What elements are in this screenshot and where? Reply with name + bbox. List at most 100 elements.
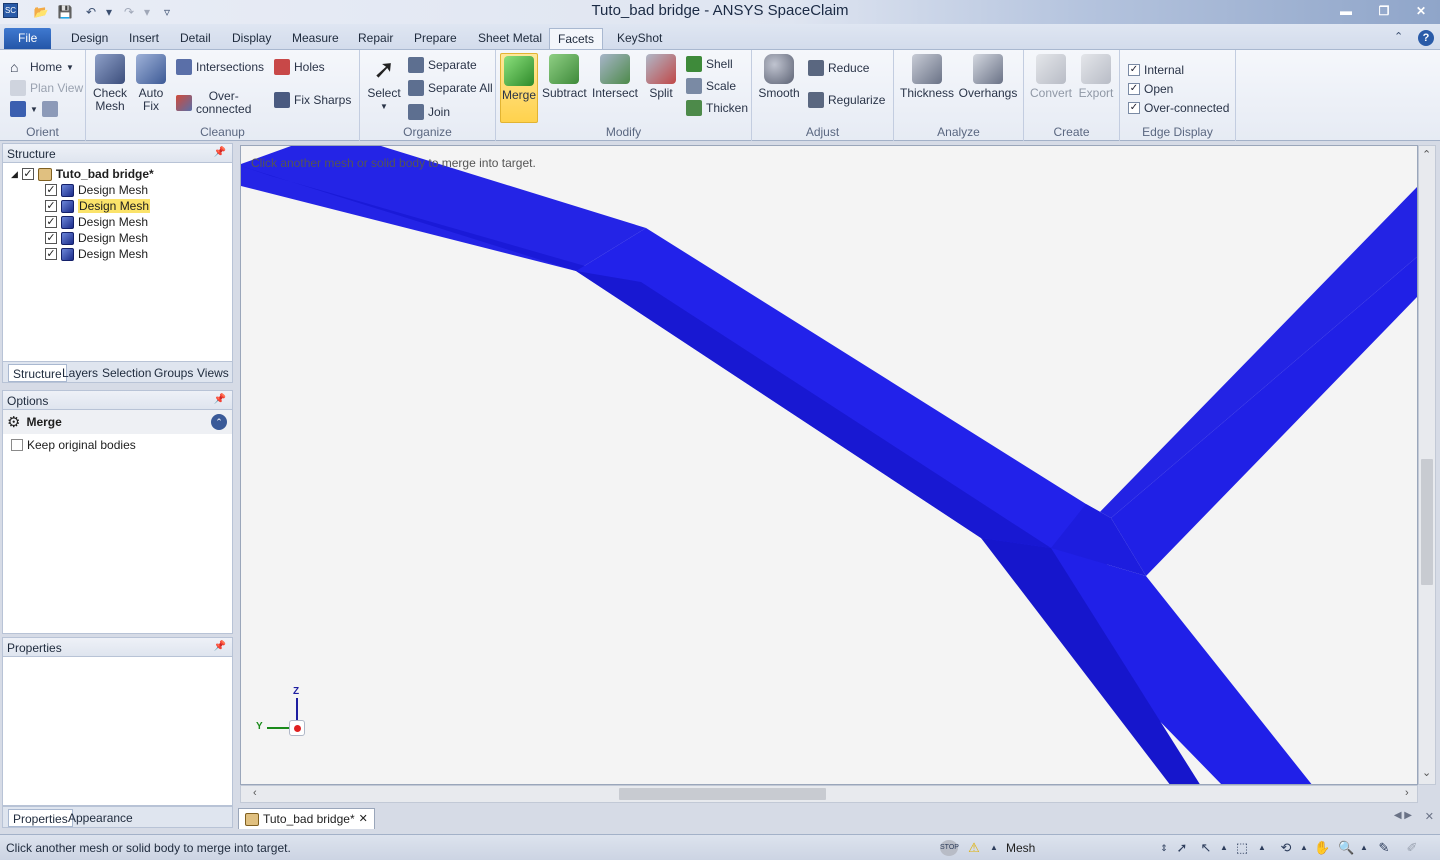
3d-viewport[interactable]: Click another mesh or solid body to merg… (240, 145, 1418, 785)
home-button[interactable]: ⌂ Home ▼ (10, 58, 74, 76)
subtract-button[interactable]: Subtract (542, 54, 587, 100)
open-checkbox[interactable]: ✓ Open (1128, 80, 1173, 98)
plan-view-button[interactable]: Plan View (10, 79, 83, 97)
scale-button[interactable]: Scale (686, 77, 736, 95)
export-button[interactable]: Export (1076, 54, 1116, 100)
zoom-icon[interactable]: 🔍 (1338, 840, 1354, 856)
pin-icon[interactable]: 📌 (214, 641, 226, 652)
orbit-icon[interactable]: ⟲ (1278, 840, 1294, 856)
view-cube-button[interactable]: ▼ (10, 100, 58, 118)
join-button[interactable]: Join (408, 103, 450, 121)
pointer-icon[interactable]: ↖ (1198, 840, 1214, 856)
smooth-button[interactable]: Smooth (758, 54, 800, 100)
pin-icon[interactable]: 📌 (214, 394, 226, 405)
tab-keyshot[interactable]: KeyShot (609, 28, 670, 49)
tree-item-highlighted[interactable]: ✓ Design Mesh (45, 198, 151, 214)
tree-root[interactable]: ◢ ✓ Tuto_bad bridge* (11, 166, 154, 182)
tab-views[interactable]: Views (193, 364, 233, 382)
convert-button[interactable]: Convert (1030, 54, 1072, 100)
visibility-checkbox[interactable]: ✓ (45, 184, 57, 196)
tab-sheet-metal[interactable]: Sheet Metal (470, 28, 550, 49)
expand-icon[interactable]: ◢ (11, 169, 18, 180)
intersect-button[interactable]: Intersect (592, 54, 638, 100)
keep-original-bodies-checkbox[interactable]: Keep original bodies (11, 437, 136, 453)
internal-checkbox[interactable]: ✓ Internal (1128, 61, 1184, 79)
tree-item[interactable]: ✓ Design Mesh (45, 182, 148, 198)
over-connected-button[interactable]: Over- connected (176, 88, 251, 118)
tree-item[interactable]: ✓ Design Mesh (45, 214, 148, 230)
box-select-icon[interactable]: ⬚ (1234, 840, 1250, 856)
close-button[interactable]: ✕ (1409, 2, 1433, 20)
minimize-button[interactable]: ▬ (1334, 2, 1358, 20)
close-document-icon[interactable]: ✕ (1425, 810, 1434, 823)
scroll-up-icon[interactable]: ⌃ (1422, 148, 1431, 161)
thickness-button[interactable]: Thickness (900, 54, 954, 100)
scroll-thumb[interactable] (1421, 459, 1433, 585)
dropdown-icon[interactable]: ▲ (1356, 840, 1372, 856)
check-mesh-button[interactable]: Check Mesh (92, 54, 128, 113)
select-cursor-icon[interactable]: ➚ (1174, 840, 1190, 856)
visibility-checkbox[interactable]: ✓ (21, 168, 34, 180)
close-tab-icon[interactable]: ✕ (359, 809, 368, 829)
tree-item[interactable]: ✓ Design Mesh (45, 246, 148, 262)
checkbox-empty[interactable] (11, 439, 23, 451)
scroll-right-icon[interactable]: › (1405, 787, 1409, 799)
over-connected-checkbox[interactable]: ✓ Over-connected (1128, 99, 1229, 117)
dropdown-icon[interactable]: ▲ (1254, 840, 1270, 856)
warning-icon[interactable]: ⚠ (966, 840, 982, 856)
intersections-button[interactable]: Intersections (176, 58, 264, 76)
dropdown-icon[interactable]: ▲ (1296, 840, 1312, 856)
tab-measure[interactable]: Measure (284, 28, 347, 49)
dropdown-icon[interactable]: ▲ (986, 840, 1002, 856)
visibility-checkbox[interactable]: ✓ (45, 200, 57, 212)
pan-hand-icon[interactable]: ✋ (1314, 840, 1330, 856)
tab-appearance[interactable]: Appearance (64, 809, 137, 827)
tab-display[interactable]: Display (224, 28, 279, 49)
regularize-button[interactable]: Regularize (808, 91, 885, 109)
shell-button[interactable]: Shell (686, 55, 733, 73)
restore-button[interactable]: ❐ (1372, 2, 1396, 20)
tab-design[interactable]: Design (63, 28, 116, 49)
separate-all-button[interactable]: Separate All (408, 79, 493, 97)
sketch-pen-icon[interactable]: ✎ (1376, 840, 1392, 856)
tab-layers[interactable]: Layers (58, 364, 102, 382)
split-button[interactable]: Split (644, 54, 678, 100)
collapse-section-icon[interactable]: ⌃ (211, 414, 227, 430)
tab-facets[interactable]: Facets (549, 28, 604, 49)
tab-scroll-left-icon[interactable]: ◀ ▶ (1394, 810, 1412, 821)
reduce-button[interactable]: Reduce (808, 59, 869, 77)
pin-icon[interactable]: 📌 (214, 147, 226, 158)
fix-sharps-button[interactable]: Fix Sharps (274, 91, 351, 109)
scroll-down-icon[interactable]: ⌄ (1422, 766, 1431, 779)
scroll-left-icon[interactable]: ‹ (253, 787, 257, 799)
tab-file[interactable]: File (4, 28, 52, 49)
tab-detail[interactable]: Detail (172, 28, 219, 49)
visibility-checkbox[interactable]: ✓ (45, 248, 57, 260)
overhangs-button[interactable]: Overhangs (958, 54, 1018, 100)
help-icon[interactable]: ? (1418, 30, 1434, 46)
holes-button[interactable]: Holes (274, 58, 325, 76)
tab-insert[interactable]: Insert (121, 28, 167, 49)
scroll-thumb[interactable] (619, 788, 826, 800)
edit-pen-icon[interactable]: ✐ (1404, 840, 1420, 856)
select-button[interactable]: ➚ Select ▼ (366, 54, 402, 113)
visibility-checkbox[interactable]: ✓ (45, 232, 57, 244)
horizontal-scrollbar[interactable]: ‹ › (240, 785, 1418, 803)
mesh-geometry[interactable] (241, 146, 1418, 785)
document-tab[interactable]: Tuto_bad bridge* ✕ (238, 808, 375, 829)
tab-groups[interactable]: Groups (150, 364, 197, 382)
stop-icon[interactable]: STOP (940, 840, 959, 856)
spin-icon[interactable]: ⇕ (1156, 840, 1172, 856)
tab-repair[interactable]: Repair (350, 28, 401, 49)
separate-button[interactable]: Separate (408, 56, 477, 74)
tab-properties[interactable]: Properties (8, 809, 73, 827)
thicken-button[interactable]: Thicken (686, 99, 748, 117)
visibility-checkbox[interactable]: ✓ (45, 216, 57, 228)
vertical-scrollbar[interactable]: ⌃ ⌄ (1418, 145, 1436, 785)
tree-item[interactable]: ✓ Design Mesh (45, 230, 148, 246)
tab-selection[interactable]: Selection (98, 364, 155, 382)
merge-button[interactable]: Merge (500, 53, 538, 123)
selection-mode[interactable]: Mesh (1006, 841, 1035, 855)
auto-fix-button[interactable]: Auto Fix (134, 54, 168, 113)
collapse-ribbon-icon[interactable]: ⌃ (1394, 30, 1403, 43)
